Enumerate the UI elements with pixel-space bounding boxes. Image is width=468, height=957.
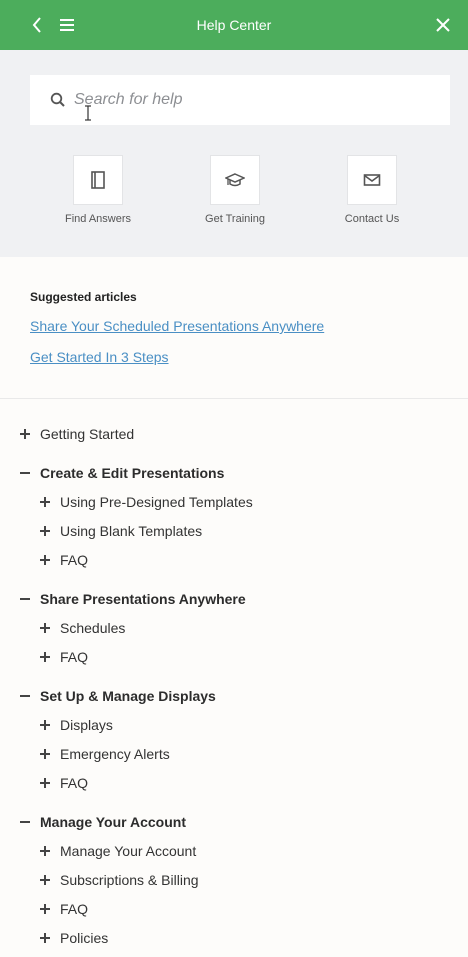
suggested-heading: Suggested articles: [30, 290, 137, 304]
get-training-tile: [210, 155, 260, 205]
tree-item-label: FAQ: [60, 552, 89, 568]
get-training-label: Get Training: [205, 213, 265, 225]
plus-icon: [40, 526, 50, 536]
find-answers-tile: [73, 155, 123, 205]
plus-icon: [40, 623, 50, 633]
minus-icon: [20, 691, 30, 701]
envelope-icon: [363, 174, 381, 186]
close-button[interactable]: [428, 10, 458, 40]
search-box[interactable]: [30, 75, 450, 125]
tree-category-label: Share Presentations Anywhere: [40, 591, 246, 607]
tree-item-label: Using Pre-Designed Templates: [60, 494, 253, 510]
tree-item-label: Policies: [60, 930, 109, 946]
close-icon: [436, 18, 450, 32]
plus-icon: [40, 933, 50, 943]
tree-category-label: Manage Your Account: [40, 814, 186, 830]
tree-item-label: Schedules: [60, 620, 126, 636]
suggested-articles: Suggested articles Share Your Scheduled …: [0, 257, 468, 399]
chevron-left-icon: [32, 17, 41, 33]
tree-item[interactable]: FAQ: [40, 646, 88, 668]
tree-category-label: Create & Edit Presentations: [40, 465, 225, 481]
tree-item-getting-started[interactable]: Getting Started: [20, 423, 134, 445]
contact-us-label: Contact Us: [344, 213, 400, 225]
find-answers-link[interactable]: Find Answers: [38, 155, 158, 225]
search-input[interactable]: [74, 91, 434, 109]
tree-item-label: Subscriptions & Billing: [60, 872, 199, 888]
hamburger-icon: [60, 19, 74, 31]
tree-item[interactable]: Emergency Alerts: [40, 743, 170, 765]
tree-item[interactable]: Manage Your Account: [40, 840, 196, 862]
tree-category-share[interactable]: Share Presentations Anywhere: [20, 588, 246, 610]
tree-item[interactable]: Policies: [40, 927, 108, 949]
tree-item-label: FAQ: [60, 901, 89, 917]
plus-icon: [40, 555, 50, 565]
search-icon: [50, 92, 66, 108]
tree-item[interactable]: FAQ: [40, 898, 88, 920]
tree-item[interactable]: Schedules: [40, 617, 125, 639]
plus-icon: [40, 720, 50, 730]
suggested-link[interactable]: Share Your Scheduled Presentations Anywh…: [30, 318, 324, 334]
find-answers-label: Find Answers: [64, 213, 132, 225]
plus-icon: [40, 846, 50, 856]
tree-item-label: FAQ: [60, 649, 89, 665]
tree-item[interactable]: FAQ: [40, 772, 88, 794]
plus-icon: [40, 749, 50, 759]
tree-item[interactable]: FAQ: [40, 549, 88, 571]
menu-button[interactable]: [52, 10, 82, 40]
minus-icon: [20, 468, 30, 478]
plus-icon: [40, 652, 50, 662]
tree-item[interactable]: Subscriptions & Billing: [40, 869, 199, 891]
graduation-cap-icon: [225, 173, 245, 187]
suggested-link[interactable]: Get Started In 3 Steps: [30, 349, 169, 365]
tree-item-label: FAQ: [60, 775, 89, 791]
help-top-panel: Find Answers Get Training Contact Us: [0, 50, 468, 257]
contact-us-link[interactable]: Contact Us: [312, 155, 432, 225]
minus-icon: [20, 817, 30, 827]
text-cursor-icon: [85, 105, 91, 121]
tree-item[interactable]: Displays: [40, 714, 113, 736]
contact-us-tile: [347, 155, 397, 205]
tree-category-create-edit[interactable]: Create & Edit Presentations: [20, 462, 224, 484]
tree-item-label: Getting Started: [40, 426, 135, 442]
plus-icon: [40, 497, 50, 507]
tree-item-label: Manage Your Account: [60, 843, 197, 859]
book-icon: [91, 171, 105, 189]
get-training-link[interactable]: Get Training: [175, 155, 295, 225]
plus-icon: [40, 904, 50, 914]
tree-item[interactable]: Using Pre-Designed Templates: [40, 491, 253, 513]
tree-category-displays[interactable]: Set Up & Manage Displays: [20, 685, 216, 707]
tree-category-label: Set Up & Manage Displays: [40, 688, 216, 704]
tree-category-account[interactable]: Manage Your Account: [20, 811, 186, 833]
tree-item-label: Displays: [60, 717, 113, 733]
plus-icon: [40, 875, 50, 885]
header-bar: Help Center: [0, 0, 468, 50]
tree-item-label: Using Blank Templates: [60, 523, 203, 539]
plus-icon: [20, 429, 30, 439]
minus-icon: [20, 594, 30, 604]
tree-item[interactable]: Using Blank Templates: [40, 520, 202, 542]
tree-item-label: Emergency Alerts: [60, 746, 170, 762]
back-button[interactable]: [22, 10, 52, 40]
plus-icon: [40, 778, 50, 788]
